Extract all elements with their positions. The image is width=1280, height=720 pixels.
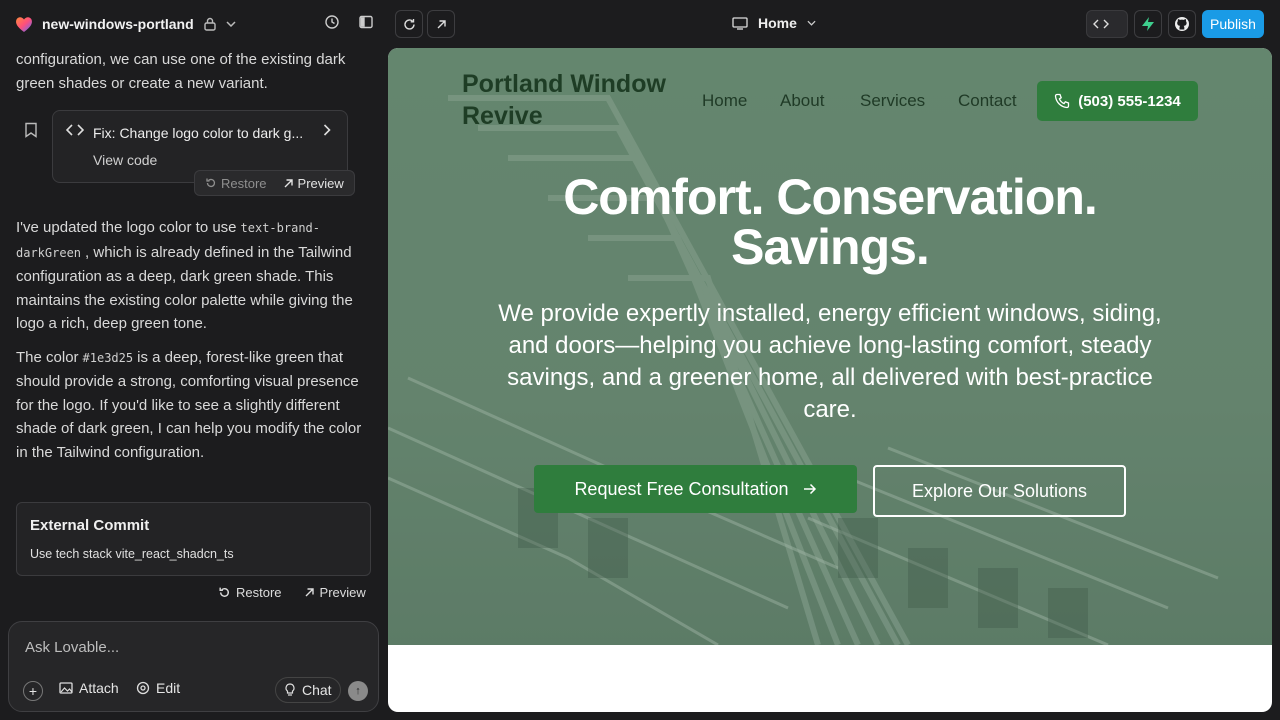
code-view-toggle[interactable] [1086, 10, 1128, 38]
external-commit-card: External Commit Use tech stack vite_reac… [16, 502, 371, 576]
msg2-code: #1e3d25 [82, 350, 134, 365]
nav-link-services[interactable]: Services [860, 91, 925, 111]
attach-button[interactable]: Attach [59, 680, 119, 696]
github-icon[interactable] [1168, 10, 1196, 38]
chat-panel: new-windows-portland configuration, we c… [0, 0, 388, 720]
lightbulb-icon [285, 683, 295, 696]
commit-subtitle: Use tech stack vite_react_shadcn_ts [30, 547, 234, 561]
chat-messages: configuration, we can use one of the exi… [16, 48, 372, 95]
edit-button[interactable]: Edit [136, 680, 180, 696]
nav-link-home[interactable]: Home [702, 91, 747, 111]
chat-mode-label: Chat [302, 682, 332, 698]
nav-link-contact[interactable]: Contact [958, 91, 1017, 111]
sidebar-toggle-icon[interactable] [358, 14, 374, 35]
phone-icon [1055, 93, 1070, 109]
preview-toolbar: Home Publish [388, 0, 1280, 48]
headline-line-2: Savings. [731, 219, 930, 275]
commit-preview-label: Preview [319, 585, 366, 600]
msg2-text-a: The color [16, 348, 79, 366]
history-icon[interactable] [324, 14, 340, 35]
arrow-up-right-icon [284, 178, 293, 187]
fix-card-title: Fix: Change logo color to dark g... [93, 125, 304, 141]
attach-label: Attach [79, 680, 119, 696]
chat-composer[interactable]: Ask Lovable... + Attach Edit Chat ↑ [8, 621, 379, 712]
publish-button[interactable]: Publish [1202, 10, 1264, 38]
code-icon [1093, 19, 1109, 29]
view-code-link[interactable]: View code [93, 152, 157, 168]
site-preview: Portland Window Revive Home About Servic… [388, 48, 1272, 712]
request-consultation-button[interactable]: Request Free Consultation [534, 465, 857, 513]
commit-restore-label: Restore [236, 585, 282, 600]
phone-button[interactable]: (503) 555-1234 [1037, 81, 1198, 121]
hero-subheadline: We provide expertly installed, energy ef… [498, 300, 1162, 423]
project-header: new-windows-portland [0, 0, 388, 48]
hero-headline: Comfort. Conservation. Savings. [388, 172, 1272, 272]
restore-icon [219, 587, 229, 597]
assistant-message: I've updated the logo color to use text-b… [16, 216, 372, 464]
site-logo[interactable]: Portland Window Revive [462, 68, 692, 132]
restore-icon [206, 178, 216, 188]
commit-actions: Restore Preview [218, 585, 366, 600]
nav-link-about[interactable]: About [780, 91, 824, 111]
chat-input[interactable]: Ask Lovable... [25, 639, 119, 656]
cta-primary-label: Request Free Consultation [574, 478, 789, 499]
chevron-down-icon [807, 20, 816, 26]
monitor-icon [732, 16, 748, 30]
arrow-up-right-icon [305, 588, 314, 597]
commit-preview-button[interactable]: Preview [304, 585, 366, 600]
hero-section: Portland Window Revive Home About Servic… [388, 48, 1272, 645]
send-icon[interactable]: ↑ [348, 681, 368, 701]
bookmark-icon[interactable] [24, 122, 38, 143]
open-external-icon[interactable] [427, 10, 455, 38]
commit-restore-button[interactable]: Restore [218, 585, 282, 600]
restore-button[interactable]: Restore [205, 176, 267, 191]
restore-label: Restore [221, 175, 267, 191]
add-icon[interactable]: + [23, 681, 43, 701]
route-selector[interactable]: Home [732, 15, 816, 31]
phone-number: (503) 555-1234 [1078, 92, 1181, 110]
edit-label: Edit [156, 680, 181, 696]
arrow-right-icon [803, 483, 816, 495]
preview-button[interactable]: Preview [283, 176, 344, 191]
image-icon [59, 682, 73, 694]
chevron-down-icon[interactable] [226, 21, 236, 27]
lock-icon [203, 17, 216, 31]
project-name[interactable]: new-windows-portland [42, 16, 194, 32]
msg1-text-a: I've updated the logo color to use [16, 219, 237, 236]
chevron-right-icon[interactable] [323, 123, 331, 141]
explore-solutions-button[interactable]: Explore Our Solutions [873, 465, 1126, 517]
refresh-icon[interactable] [395, 10, 423, 38]
supabase-icon[interactable] [1134, 10, 1162, 38]
commit-title: External Commit [30, 517, 150, 534]
message-intro: configuration, we can use one of the exi… [16, 51, 346, 92]
preview-label: Preview [297, 175, 344, 191]
heart-logo-icon[interactable] [14, 14, 34, 34]
route-label: Home [758, 15, 797, 31]
fix-card-actions: Restore Preview [194, 170, 355, 196]
headline-line-1: Comfort. Conservation. [563, 169, 1098, 225]
target-icon [136, 681, 150, 695]
code-icon [65, 123, 85, 139]
chat-mode-button[interactable]: Chat [275, 677, 341, 703]
message-paragraph-1: I've updated the logo color to use text-b… [16, 216, 372, 336]
message-paragraph-2: The color #1e3d25 is a deep, forest-like g… [16, 346, 372, 465]
